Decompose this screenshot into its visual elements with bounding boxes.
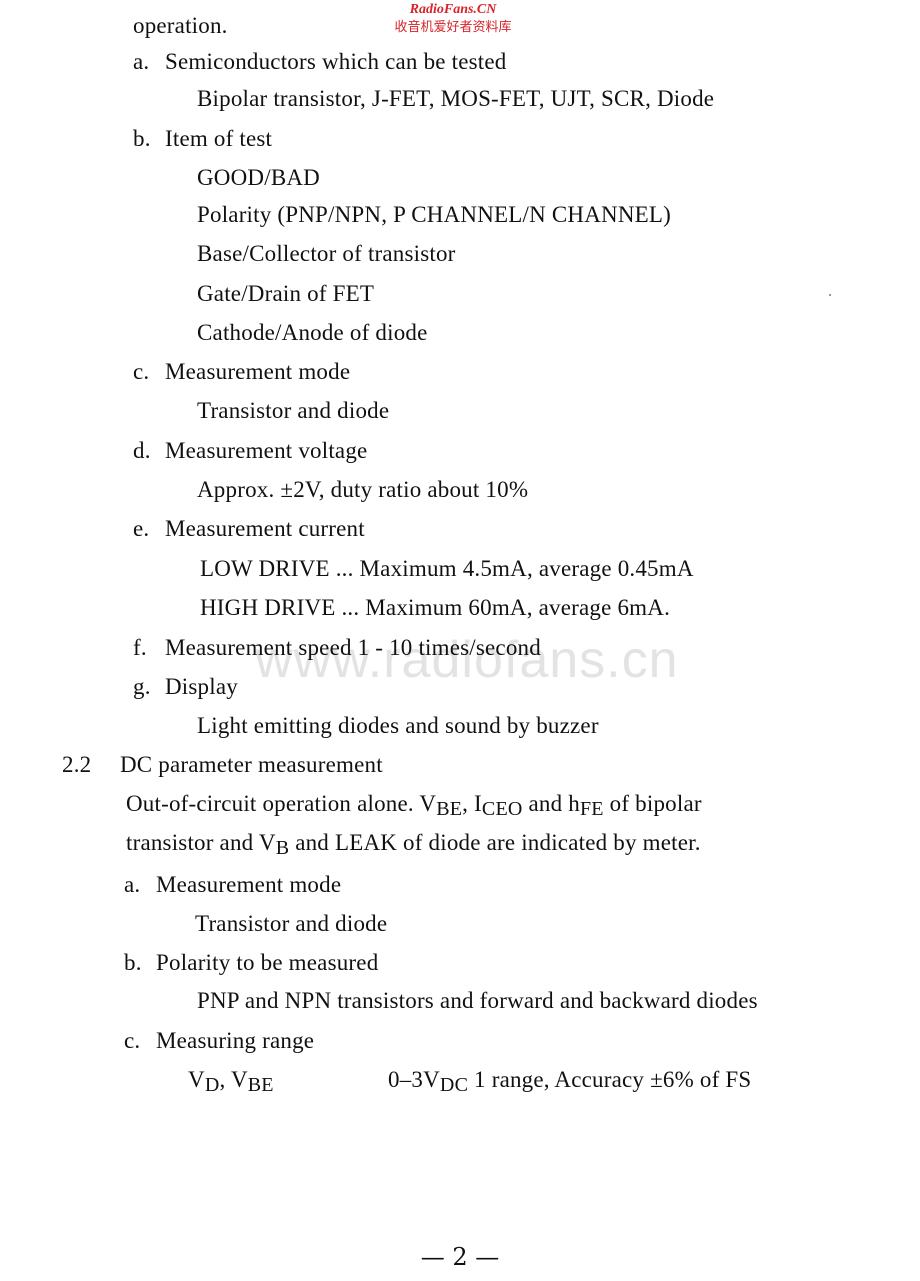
item-d-detail: Approx. ±2V, duty ratio about 10% bbox=[197, 477, 529, 502]
item-title: Measurement voltage bbox=[165, 438, 368, 463]
item-f: f. Measurement speed 1 - 10 times/second bbox=[133, 634, 541, 662]
para-subscript: CEO bbox=[481, 798, 523, 820]
item-e: e. Measurement current bbox=[133, 515, 365, 543]
item-title: Display bbox=[165, 674, 238, 699]
item-marker: f. bbox=[133, 635, 147, 660]
item-d: d. Measurement voltage bbox=[133, 437, 367, 465]
item-marker: a. bbox=[133, 49, 150, 74]
item-marker: d. bbox=[133, 438, 151, 463]
page-number: — 2 — bbox=[420, 1243, 500, 1271]
para-text: of bipolar bbox=[603, 791, 702, 816]
para-text: , I bbox=[462, 791, 482, 816]
item-g: g. Display bbox=[133, 673, 238, 701]
item-a-detail: Bipolar transistor, J-FET, MOS-FET, UJT,… bbox=[197, 86, 715, 111]
item-e-detail: LOW DRIVE ... Maximum 4.5mA, average 0.4… bbox=[200, 556, 694, 581]
range-value: 0–3VDC 1 range, Accuracy ±6% of FS bbox=[388, 1066, 752, 1096]
range-label-subscript: BE bbox=[247, 1074, 274, 1096]
range-value-text: 1 range, Accuracy ±6% of FS bbox=[468, 1067, 752, 1092]
item-b-detail: Base/Collector of transistor bbox=[197, 241, 456, 266]
para-text: and h bbox=[522, 791, 580, 816]
item-b-detail: Gate/Drain of FET bbox=[197, 281, 375, 306]
item-b-detail: Polarity (PNP/NPN, P CHANNEL/N CHANNEL) bbox=[197, 202, 671, 227]
section-number: 2.2 bbox=[62, 752, 92, 777]
item-b-detail: GOOD/BAD bbox=[197, 165, 320, 190]
item-a: a. Semiconductors which can be tested bbox=[133, 48, 506, 76]
item-title: Measurement current bbox=[165, 516, 365, 541]
item-c-detail: Transistor and diode bbox=[197, 398, 390, 423]
section-title: DC parameter measurement bbox=[120, 752, 383, 777]
item-marker: c. bbox=[124, 1028, 141, 1053]
item-c: c. Measurement mode bbox=[133, 358, 350, 386]
intro-tail: operation. bbox=[133, 13, 228, 38]
item-title: Item of test bbox=[165, 126, 273, 151]
item-title: Semiconductors which can be tested bbox=[165, 49, 507, 74]
dc-item-b-detail: PNP and NPN transistors and forward and … bbox=[197, 988, 758, 1013]
item-g-detail: Light emitting diodes and sound by buzze… bbox=[197, 713, 599, 738]
dc-item-a-detail: Transistor and diode bbox=[195, 911, 388, 936]
range-label-text: V bbox=[188, 1067, 205, 1092]
item-marker: g. bbox=[133, 674, 151, 699]
dc-item-a: a. Measurement mode bbox=[124, 871, 341, 899]
para-text: transistor and V bbox=[126, 830, 276, 855]
item-title: Measuring range bbox=[156, 1028, 315, 1053]
item-e-detail: HIGH DRIVE ... Maximum 60mA, average 6mA… bbox=[200, 595, 671, 620]
range-value-subscript: DC bbox=[439, 1074, 469, 1096]
dc-item-b: b. Polarity to be measured bbox=[124, 949, 378, 977]
item-marker: c. bbox=[133, 359, 150, 384]
section-paragraph-line-1: Out-of-circuit operation alone. VBE, ICE… bbox=[126, 790, 702, 820]
para-subscript: BE bbox=[436, 798, 463, 820]
range-label: VD, VBE bbox=[188, 1066, 274, 1096]
item-title: Measurement mode bbox=[156, 872, 342, 897]
item-title: Measurement mode bbox=[165, 359, 351, 384]
scan-speck bbox=[829, 294, 831, 296]
item-marker: b. bbox=[124, 950, 142, 975]
para-text: Out-of-circuit operation alone. V bbox=[126, 791, 437, 816]
para-subscript: FE bbox=[579, 798, 604, 820]
item-marker: a. bbox=[124, 872, 141, 897]
range-value-text: 0–3V bbox=[388, 1067, 440, 1092]
item-title: Measurement speed 1 - 10 times/second bbox=[165, 635, 541, 660]
item-b: b. Item of test bbox=[133, 125, 272, 153]
item-marker: e. bbox=[133, 516, 150, 541]
item-title: Polarity to be measured bbox=[156, 950, 379, 975]
watermark-site-cn: 收音机爱好者资料库 bbox=[394, 20, 512, 35]
para-subscript: B bbox=[275, 837, 290, 859]
section-paragraph-line-2: transistor and VB and LEAK of diode are … bbox=[126, 829, 701, 859]
range-label-text: , V bbox=[219, 1067, 248, 1092]
item-marker: b. bbox=[133, 126, 151, 151]
watermark-site: RadioFans.CN bbox=[409, 2, 497, 17]
item-b-detail: Cathode/Anode of diode bbox=[197, 320, 428, 345]
para-text: and LEAK of diode are indicated by meter… bbox=[289, 830, 701, 855]
section-heading: 2.2 DC parameter measurement bbox=[62, 751, 383, 779]
range-label-subscript: D bbox=[204, 1074, 220, 1096]
watermark-logo: RadioFans.CN 收音机爱好者资料库 bbox=[378, 2, 528, 36]
dc-item-c: c. Measuring range bbox=[124, 1027, 314, 1055]
